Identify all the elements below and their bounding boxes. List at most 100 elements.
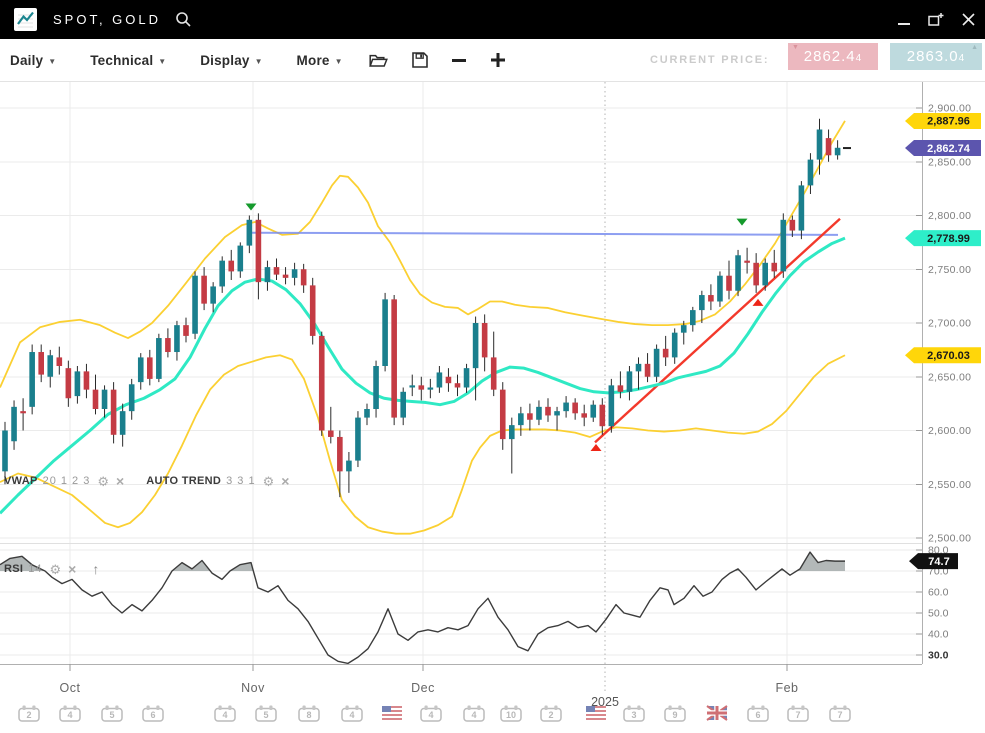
rsi-move-up-arrow-icon[interactable]: ↑ (92, 561, 99, 577)
price-axis-label: 2,650.00 (928, 371, 971, 383)
calendar-ring (106, 706, 109, 711)
calendar-event-icon[interactable]: 4 (215, 706, 235, 722)
ask-price-pip: 4 (959, 53, 966, 64)
popout-button[interactable] (927, 11, 945, 29)
flag-icon-us[interactable] (586, 706, 606, 720)
candle-down (790, 220, 796, 231)
price-down-arrow-icon: ▼ (792, 44, 800, 51)
vwap-remove-icon[interactable]: × (116, 475, 124, 488)
calendar-event-icon[interactable]: 7 (830, 706, 850, 722)
calendar-event-icon[interactable]: 4 (342, 706, 362, 722)
symbol-search-button[interactable] (175, 11, 192, 28)
candle-up (47, 355, 53, 377)
menu-more[interactable]: More ▼ (297, 53, 343, 68)
calendar-day: 4 (471, 710, 476, 720)
menu-technical[interactable]: Technical ▼ (90, 53, 166, 68)
price-badge: 2,887.96 (905, 113, 981, 129)
price-badge-value: 2,887.96 (927, 116, 970, 128)
event-row: 2 4 5 6 4 5 8 4 4 4 10 2 3 9 6 7 7 (19, 706, 850, 722)
candle-up (717, 276, 723, 302)
calendar-ring (477, 706, 480, 711)
calendar-event-icon[interactable]: 4 (421, 706, 441, 722)
candle-up (29, 352, 35, 407)
candle-up (437, 372, 443, 387)
app-logo-chart-icon (14, 8, 37, 31)
candle-down (500, 390, 506, 439)
rsi-remove-icon[interactable]: × (68, 563, 76, 576)
calendar-event-icon[interactable]: 3 (624, 706, 644, 722)
calendar-event-icon[interactable]: 2 (541, 706, 561, 722)
candle-down (744, 261, 750, 263)
flag-icon-gb[interactable] (707, 706, 727, 720)
calendar-event-icon[interactable]: 6 (143, 706, 163, 722)
vwap-settings-gear-icon[interactable]: ⚙ (97, 475, 109, 488)
calendar-ring (834, 706, 837, 711)
calendar-day: 2 (26, 710, 31, 720)
price-up-arrow-icon: ▲ (971, 44, 979, 51)
calendar-ring (434, 706, 437, 711)
candle-up (138, 357, 144, 382)
calendar-event-icon[interactable]: 5 (102, 706, 122, 722)
us-flag-stripe (382, 714, 402, 716)
candle-up (102, 390, 108, 409)
zoom-out-button[interactable] (452, 59, 466, 62)
calendar-event-icon[interactable]: 8 (299, 706, 319, 722)
close-button[interactable] (959, 11, 977, 29)
calendar-day: 10 (506, 710, 516, 720)
price-chart[interactable]: 2,900.002,850.002,800.002,750.002,700.00… (0, 0, 985, 733)
candle-down (600, 405, 606, 427)
minimize-button[interactable] (895, 11, 913, 29)
candle-down (66, 368, 72, 398)
calendar-event-icon[interactable]: 6 (748, 706, 768, 722)
rsi-value-badge: 74.7 (909, 553, 958, 569)
candle-down (826, 138, 832, 155)
candle-up (835, 148, 841, 156)
calendar-ring (115, 706, 118, 711)
flag-icon-us[interactable] (382, 706, 402, 720)
calendar-day: 7 (837, 710, 842, 720)
save-layout-button[interactable] (412, 52, 428, 68)
buy-signal-marker (591, 444, 602, 451)
candle-down (20, 411, 26, 413)
calendar-event-icon[interactable]: 9 (665, 706, 685, 722)
candle-up (627, 371, 633, 391)
autotrend-settings-gear-icon[interactable]: ⚙ (263, 475, 275, 488)
calendar-event-icon[interactable]: 5 (256, 706, 276, 722)
sell-signal-marker (246, 204, 257, 211)
open-layout-button[interactable] (369, 53, 388, 68)
candle-down (111, 390, 117, 435)
rsi-settings-gear-icon[interactable]: ⚙ (50, 563, 62, 576)
calendar-day: 4 (349, 710, 354, 720)
candle-up (355, 418, 361, 461)
calendar-event-icon[interactable]: 10 (501, 706, 521, 722)
candle-up (762, 263, 768, 286)
price-badge-value: 2,862.74 (927, 143, 971, 155)
autotrend-indicator-label: AUTO TREND (146, 475, 221, 487)
candle-up (292, 269, 298, 278)
price-axis-label: 2,750.00 (928, 264, 971, 276)
ask-price-value: 2863.0 (907, 48, 959, 65)
candle-up (265, 267, 271, 282)
price-axis-label: 2,850.00 (928, 156, 971, 168)
candle-up (473, 323, 479, 368)
candles (2, 119, 840, 497)
calendar-event-icon[interactable]: 4 (60, 706, 80, 722)
candle-down (645, 364, 651, 377)
calendar-event-icon[interactable]: 7 (788, 706, 808, 722)
calendar-event-icon[interactable]: 4 (464, 706, 484, 722)
buy-signal-marker (753, 299, 764, 306)
menu-daily[interactable]: Daily ▼ (10, 53, 56, 68)
vwap-indicator-label: VWAP (4, 475, 38, 487)
candle-up (654, 349, 660, 377)
candle-down (618, 385, 624, 391)
price-axis-label: 2,700.00 (928, 318, 971, 330)
rsi-indicator-label: RSI (4, 563, 23, 575)
candle-down (446, 377, 452, 383)
calendar-ring (312, 706, 315, 711)
trading-app-window: { "titlebar": { "title": "SPOT, GOLD" },… (0, 0, 985, 733)
calendar-event-icon[interactable]: 2 (19, 706, 39, 722)
menu-display[interactable]: Display ▼ (200, 53, 262, 68)
zoom-in-button[interactable] (490, 52, 506, 68)
autotrend-remove-icon[interactable]: × (281, 475, 289, 488)
calendar-ring (260, 706, 263, 711)
